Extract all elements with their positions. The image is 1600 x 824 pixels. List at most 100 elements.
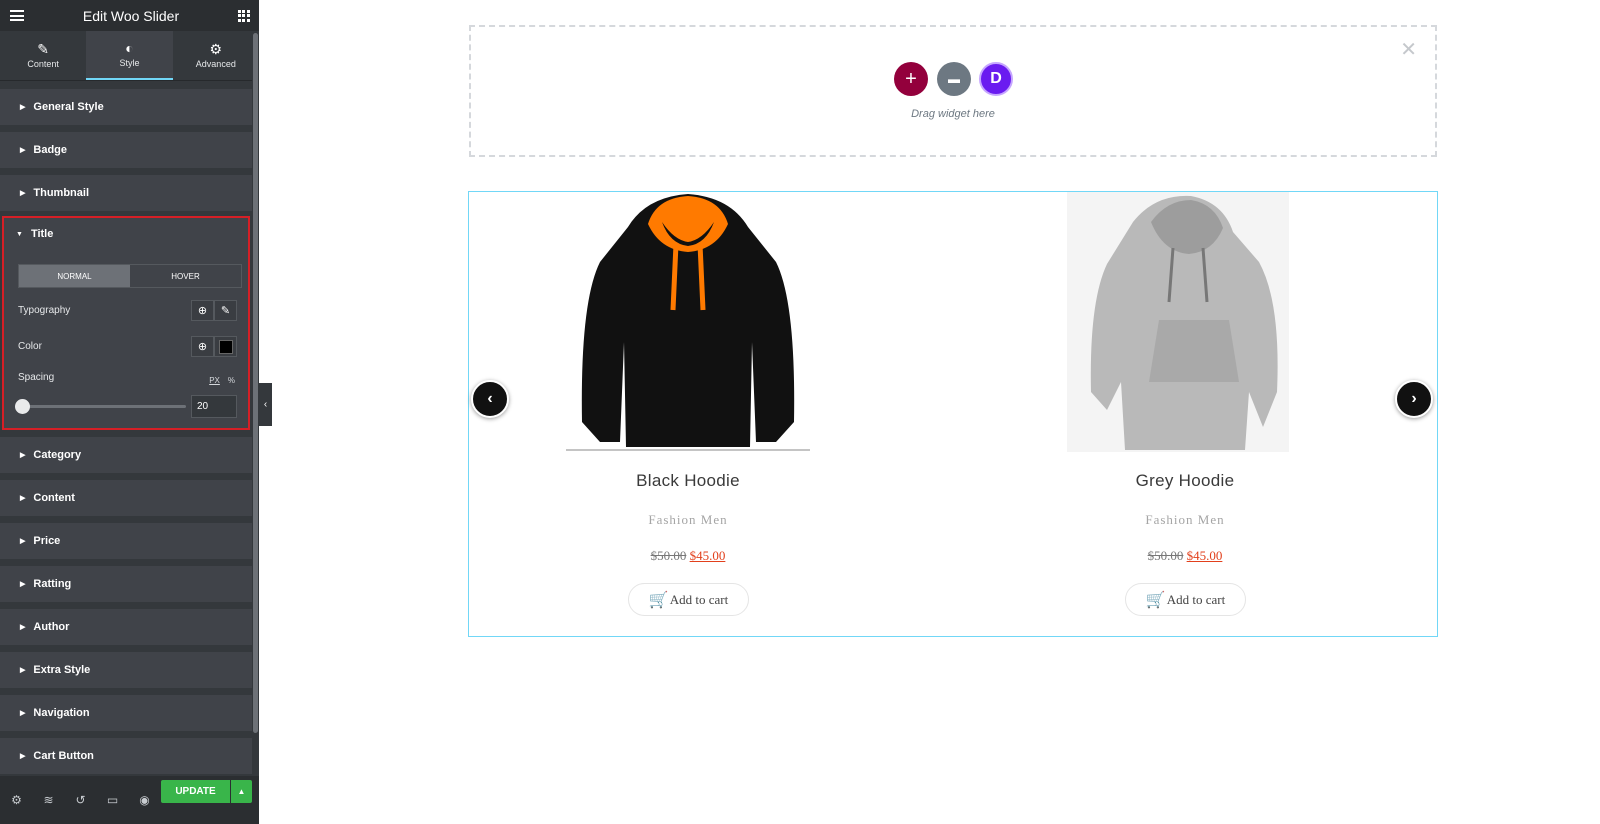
caret-right-icon: ▶ xyxy=(20,710,26,717)
section-badge[interactable]: ▶ Badge xyxy=(0,132,252,168)
add-section-plus-icon[interactable]: + xyxy=(894,62,928,96)
responsive-icon[interactable]: ▭ xyxy=(106,793,119,807)
caret-down-icon: ▼ xyxy=(16,230,23,238)
tab-hover[interactable]: HOVER xyxy=(130,265,241,287)
cart-label: Add to cart xyxy=(1166,591,1226,607)
edit-pencil-icon[interactable]: ✎ xyxy=(214,300,237,321)
spacing-input[interactable]: 20 xyxy=(191,395,237,418)
caret-right-icon: ▶ xyxy=(20,452,26,459)
gear-icon: ⚙ xyxy=(209,41,223,57)
menu-icon[interactable] xyxy=(10,10,24,21)
unit-percent[interactable]: % xyxy=(228,376,235,385)
template-folder-icon[interactable]: ▬ xyxy=(937,62,971,96)
add-to-cart-button[interactable]: 🛒 Add to cart xyxy=(628,583,749,616)
product-category[interactable]: Fashion Men xyxy=(1035,512,1335,528)
cart-plus-icon: 🛒 xyxy=(648,591,669,609)
close-icon[interactable]: ✕ xyxy=(1400,37,1417,62)
old-price: $50.00 xyxy=(650,548,687,563)
section-label: Price xyxy=(33,535,61,547)
spacing-slider-track[interactable] xyxy=(18,405,186,408)
product-price: $50.00 $45.00 xyxy=(538,548,838,564)
section-label: Ratting xyxy=(33,578,72,590)
layers-icon[interactable]: ≋ xyxy=(42,793,55,807)
collapse-panel-chevron-icon[interactable]: ‹ xyxy=(259,383,272,426)
unit-switcher: PX% xyxy=(209,376,235,385)
tab-advanced[interactable]: ⚙ Advanced xyxy=(173,31,259,80)
section-label: Author xyxy=(33,621,70,633)
section-label: Title xyxy=(30,228,54,240)
spacing-slider-handle[interactable] xyxy=(15,399,30,414)
tab-label: Style xyxy=(119,58,140,68)
product-title[interactable]: Black Hoodie xyxy=(538,471,838,491)
slider-prev-arrow-icon[interactable]: ‹ xyxy=(471,380,509,418)
panel-scrollbar[interactable] xyxy=(252,31,259,776)
unit-px[interactable]: PX xyxy=(209,376,220,385)
color-label: Color xyxy=(18,341,42,352)
product-price: $50.00 $45.00 xyxy=(1035,548,1335,564)
panel-tabs: ✎ Content ◐ Style ⚙ Advanced xyxy=(0,31,259,81)
caret-right-icon: ▶ xyxy=(20,581,26,588)
woo-product-slider: Black Hoodie Fashion Men $50.00 $45.00 🛒… xyxy=(468,191,1438,637)
section-category[interactable]: ▶ Category xyxy=(0,437,252,473)
sale-price: $45.00 xyxy=(689,548,726,563)
contrast-icon: ◐ xyxy=(125,40,134,56)
history-icon[interactable]: ↺ xyxy=(74,793,87,807)
spacing-label: Spacing xyxy=(18,372,55,383)
update-button[interactable]: UPDATE xyxy=(161,780,230,803)
globe-icon[interactable]: ⊕ xyxy=(191,300,214,321)
panel-header: Edit Woo Slider xyxy=(0,0,259,31)
sale-price: $45.00 xyxy=(1186,548,1223,563)
caret-right-icon: ▶ xyxy=(20,190,26,197)
scrollbar-thumb[interactable] xyxy=(253,33,258,733)
globe-icon[interactable]: ⊕ xyxy=(191,336,214,357)
section-cart-button[interactable]: ▶ Cart Button xyxy=(0,738,252,774)
section-title-header[interactable]: ▼ Title xyxy=(4,218,248,250)
section-author[interactable]: ▶ Author xyxy=(0,609,252,645)
section-ratting[interactable]: ▶ Ratting xyxy=(0,566,252,602)
tab-label: Advanced xyxy=(195,59,236,69)
product-title[interactable]: Grey Hoodie xyxy=(1035,471,1335,491)
section-label: Category xyxy=(33,449,82,461)
color-picker[interactable] xyxy=(214,336,237,357)
section-thumbnail[interactable]: ▶ Thumbnail xyxy=(0,175,252,211)
section-content[interactable]: ▶ Content xyxy=(0,480,252,516)
settings-icon[interactable]: ⚙ xyxy=(10,793,23,807)
section-extra-style[interactable]: ▶ Extra Style xyxy=(0,652,252,688)
section-label: General Style xyxy=(33,101,104,113)
tab-style[interactable]: ◐ Style xyxy=(86,31,173,80)
section-general-style[interactable]: ▶ General Style xyxy=(0,89,252,125)
typography-label: Typography xyxy=(18,305,71,316)
section-label: Badge xyxy=(33,144,68,156)
panel-title: Edit Woo Slider xyxy=(82,7,180,24)
section-price[interactable]: ▶ Price xyxy=(0,523,252,559)
pencil-icon: ✎ xyxy=(37,41,50,57)
slider-next-arrow-icon[interactable]: › xyxy=(1395,380,1433,418)
section-label: Cart Button xyxy=(33,750,94,762)
color-swatch xyxy=(218,339,233,354)
grey-hoodie-image[interactable] xyxy=(1063,192,1307,452)
tab-content[interactable]: ✎ Content xyxy=(0,31,86,80)
section-label: Extra Style xyxy=(33,664,91,676)
state-tabs: NORMAL HOVER xyxy=(18,264,242,288)
caret-right-icon: ▶ xyxy=(20,495,26,502)
update-options-chevron-icon[interactable]: ▲ xyxy=(231,780,252,803)
plugin-logo-icon[interactable]: D xyxy=(979,62,1013,96)
typography-controls: ⊕ ✎ xyxy=(191,300,237,321)
caret-right-icon: ▶ xyxy=(20,667,26,674)
caret-right-icon: ▶ xyxy=(20,104,26,111)
add-to-cart-button[interactable]: 🛒 Add to cart xyxy=(1125,583,1246,616)
product-category[interactable]: Fashion Men xyxy=(538,512,838,528)
section-label: Navigation xyxy=(33,707,90,719)
tab-normal[interactable]: NORMAL xyxy=(19,265,130,287)
color-controls: ⊕ xyxy=(191,336,237,357)
caret-right-icon: ▶ xyxy=(20,753,26,760)
old-price: $50.00 xyxy=(1147,548,1184,563)
section-title-expanded: ▼ Title NORMAL HOVER Typography ⊕ ✎ Color… xyxy=(2,216,250,430)
editor-panel: Edit Woo Slider ✎ Content ◐ Style ⚙ Adva… xyxy=(0,0,259,824)
drop-zone[interactable]: ✕ + ▬ D Drag widget here xyxy=(469,25,1437,157)
black-hoodie-image[interactable] xyxy=(566,192,810,452)
widgets-grid-icon[interactable] xyxy=(237,9,250,22)
cart-plus-icon: 🛒 xyxy=(1145,591,1166,609)
section-navigation[interactable]: ▶ Navigation xyxy=(0,695,252,731)
preview-eye-icon[interactable]: ◉ xyxy=(138,793,151,807)
